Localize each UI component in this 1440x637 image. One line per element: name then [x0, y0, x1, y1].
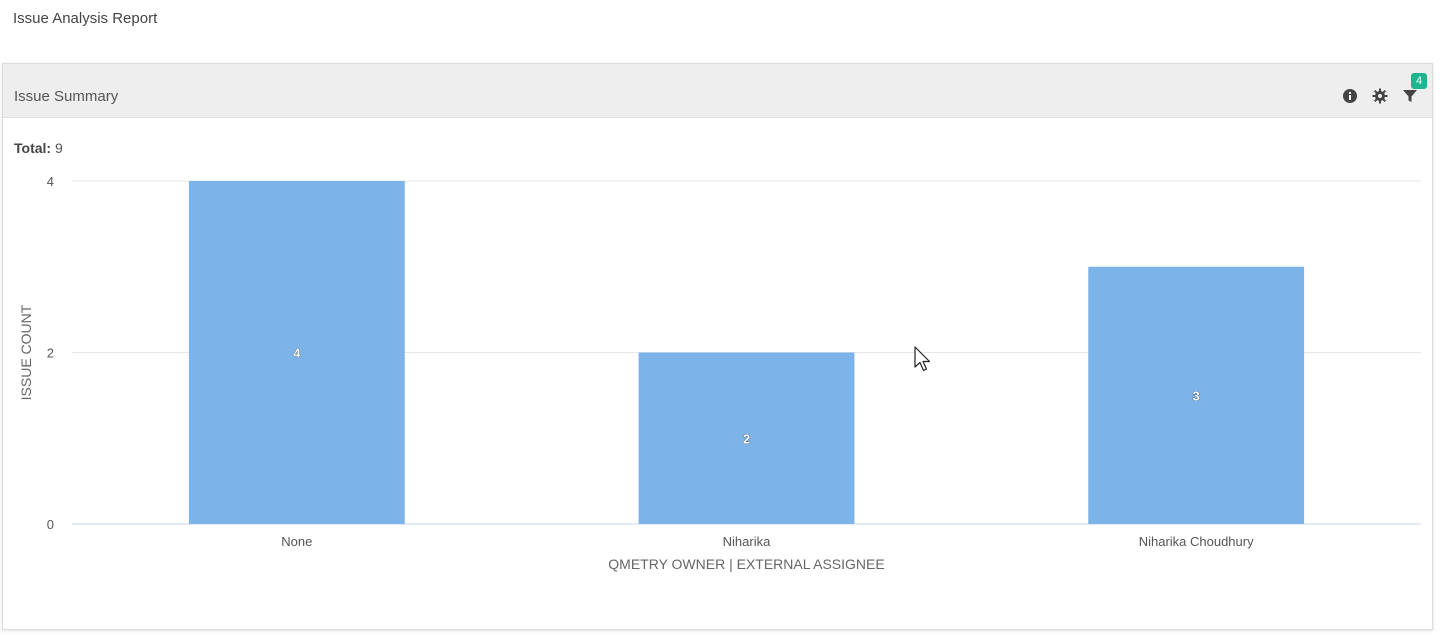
x-tick-label: Niharika: [723, 534, 771, 549]
y-axis-title: ISSUE COUNT: [18, 304, 34, 400]
y-tick-label: 4: [47, 174, 54, 189]
bar-chart: 0 2 4 4 None 2 Niharika 3 Niharika Choudhury QMET…: [18, 174, 1421, 572]
x-axis-title: QMETRY OWNER | EXTERNAL ASSIGNEE: [608, 556, 884, 572]
data-label: 2: [743, 431, 750, 446]
mouse-cursor-icon: [914, 346, 931, 372]
x-tick-label: Niharika Choudhury: [1139, 534, 1254, 549]
y-tick-label: 0: [47, 517, 54, 532]
y-tick-label: 2: [47, 346, 54, 361]
data-label: 3: [1193, 388, 1200, 403]
x-tick-label: None: [281, 534, 312, 549]
data-label: 4: [293, 346, 301, 361]
